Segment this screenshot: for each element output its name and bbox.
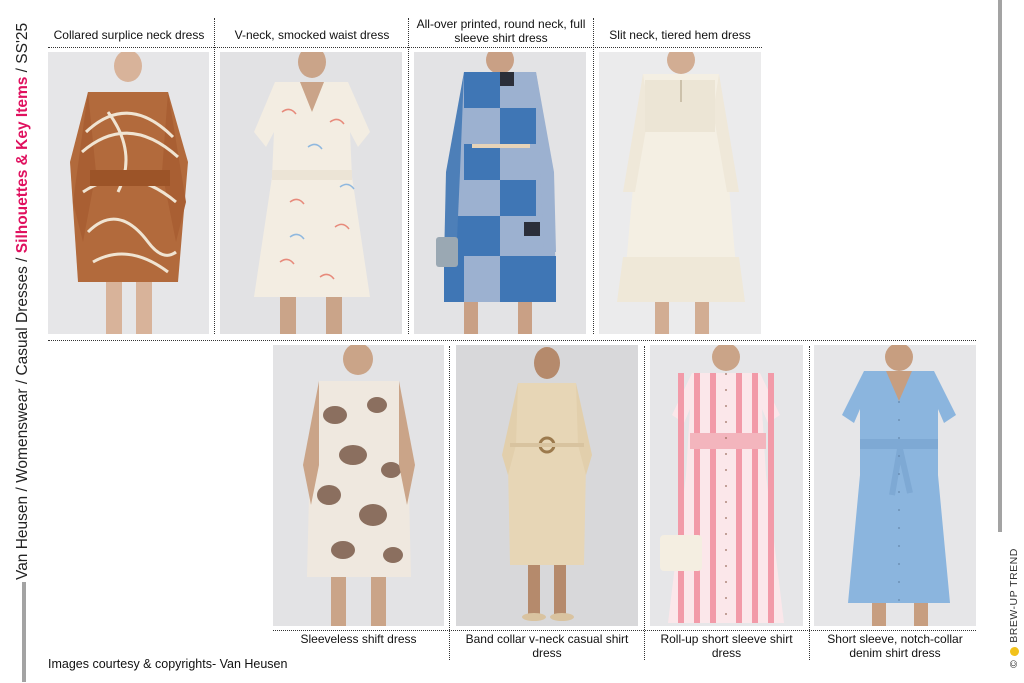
caption-top-1: Collared surplice neck dress: [53, 28, 205, 42]
copyright-symbol: ©: [1008, 659, 1020, 668]
caption-top-3: All-over printed, round neck, full sleev…: [416, 17, 586, 45]
brand-mark: © BREW-UP TREND: [1008, 548, 1020, 668]
bottom-caption-divider: [273, 630, 976, 631]
dress-photo-collared-surplice: [48, 52, 209, 334]
brand-logo-icon: [1009, 646, 1019, 656]
dress-photo-roll-up-sleeve: [650, 345, 803, 626]
caption-bottom-4: Short sleeve, notch-collar denim shirt d…: [827, 632, 963, 660]
column-divider: [644, 346, 645, 660]
column-divider: [593, 18, 594, 334]
dress-photo-v-neck-smocked: [220, 52, 402, 334]
breadcrumb: Van Heusen / Womenswear / Casual Dresses…: [14, 23, 32, 580]
column-divider: [214, 18, 215, 334]
dress-photo-sleeveless-shift: [273, 345, 444, 626]
breadcrumb-season: / SS'25: [14, 22, 31, 77]
caption-top-2: V-neck, smocked waist dress: [234, 28, 390, 42]
caption-bottom-2: Band collar v-neck casual shirt dress: [465, 632, 629, 660]
brand-name: BREW-UP TREND: [1008, 548, 1020, 643]
caption-bottom-1: Sleeveless shift dress: [300, 632, 417, 646]
image-credits: Images courtesy & copyrights- Van Heusen: [48, 657, 288, 671]
breadcrumb-path: Van Heusen / Womenswear / Casual Dresses…: [14, 253, 31, 580]
column-divider: [449, 346, 450, 660]
breadcrumb-highlight: Silhouettes & Key Items: [14, 76, 31, 254]
dress-photo-denim-shirt: [814, 345, 976, 626]
column-divider: [809, 346, 810, 660]
caption-top-4: Slit neck, tiered hem dress: [609, 28, 751, 42]
right-accent-bar: [998, 0, 1002, 532]
caption-bottom-3: Roll-up short sleeve shirt dress: [660, 632, 793, 660]
top-caption-divider: [48, 47, 762, 48]
dress-photo-tiered-hem: [599, 52, 761, 334]
column-divider: [408, 18, 409, 334]
dress-photo-printed-shirt-dress: [414, 52, 586, 334]
dress-photo-band-collar: [456, 345, 638, 626]
left-accent-bar: [22, 582, 26, 682]
row-divider: [48, 340, 976, 341]
